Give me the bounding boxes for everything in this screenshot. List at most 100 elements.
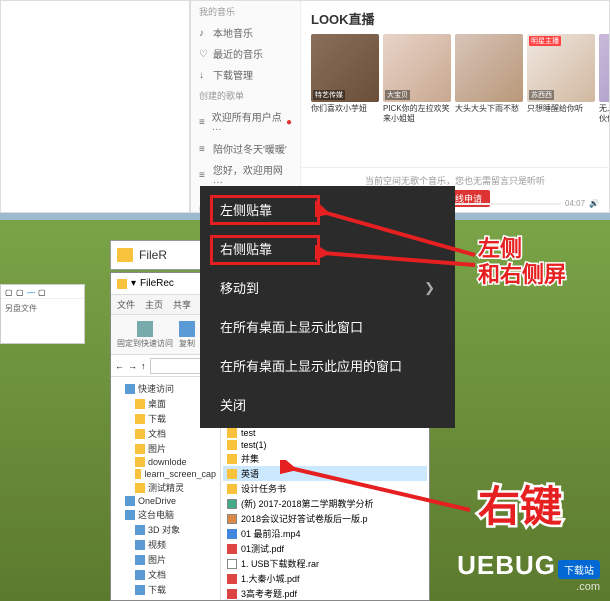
annotation-text: 左侧 和右侧屏 — [478, 236, 566, 288]
file-row[interactable]: test — [223, 427, 427, 439]
pin-icon — [137, 321, 153, 337]
file-row[interactable]: (新) 2017-2018第二学期教学分析 — [223, 496, 427, 511]
icon: ▢ — [5, 288, 13, 296]
copy-button[interactable]: 复制 — [179, 321, 195, 349]
pic-icon — [135, 555, 145, 565]
ctx-snap-right[interactable]: 右侧贴靠 — [200, 229, 455, 268]
live-card[interactable]: 无人值班匿名的小伙伴— — [599, 34, 609, 124]
annotation-text: 右键 — [478, 494, 562, 520]
pdf-icon — [227, 544, 237, 554]
music-icon: ♪ — [199, 28, 209, 38]
small-win-titlebar: ▢ ▢ — ▢ — [1, 285, 84, 299]
rar-icon — [227, 559, 237, 569]
pc-icon — [125, 510, 135, 520]
ctx-snap-left[interactable]: 左侧贴靠 — [200, 190, 455, 229]
tree-item[interactable]: 视频 — [113, 537, 218, 552]
small-win-body: 另盘文件 — [1, 299, 84, 318]
tree-item[interactable]: 音乐 — [113, 597, 218, 600]
pin-button[interactable]: 固定到快速访问 — [117, 321, 173, 349]
forward-icon[interactable]: → — [128, 361, 137, 371]
file-row-selected[interactable]: 英语 — [223, 466, 427, 481]
tree-item[interactable]: 文档 — [113, 567, 218, 582]
file-row[interactable]: 01测试.pdf — [223, 541, 427, 556]
tree-item[interactable]: 3D 对象 — [113, 522, 218, 537]
folder-icon — [135, 457, 145, 467]
folder-icon — [227, 428, 237, 438]
sidebar-item[interactable]: ↓下载管理 — [191, 64, 300, 85]
pdf-icon — [227, 589, 237, 599]
folder-icon — [227, 454, 237, 464]
live-card[interactable]: 大宝贝PICK你的左拉欢笑来小姐姐 — [383, 34, 451, 124]
watermark-text: UEBUG — [457, 550, 556, 581]
file-row[interactable]: 并集 — [223, 451, 427, 466]
chevron-right-icon: ❯ — [424, 280, 435, 296]
music-sidebar: 我的音乐 ♪本地音乐 ♡最近的音乐 ↓下载管理 创建的歌单 ≡欢迎所有用户点··… — [191, 1, 301, 212]
file-row[interactable]: 01 最前沿.mp4 — [223, 526, 427, 541]
ctx-show-app-all-desktops[interactable]: 在所有桌面上显示此应用的窗口 — [200, 346, 455, 385]
cloud-icon — [125, 496, 135, 506]
video-icon — [227, 529, 237, 539]
ctx-move-to[interactable]: 移动到❯ — [200, 268, 455, 307]
tree-item[interactable]: 下载 — [113, 582, 218, 597]
icon: ▢ — [38, 288, 46, 296]
tree-item[interactable]: 图片 — [113, 552, 218, 567]
watermark-com: .com — [576, 581, 600, 593]
folder-icon — [135, 483, 145, 493]
tree-item[interactable]: 测试精灵 — [113, 480, 218, 495]
file-row[interactable]: 1.大秦小城.pdf — [223, 571, 427, 586]
tab-file[interactable]: 文件 — [117, 298, 135, 311]
ctx-close[interactable]: 关闭 — [200, 385, 455, 424]
back-icon[interactable]: ← — [115, 361, 124, 371]
live-cards: 特艺传媒你们喜欢小芋妞 大宝贝PICK你的左拉欢笑来小姐姐 大头大头下雨不愁 明… — [311, 34, 599, 124]
tree-item[interactable]: 文档 — [113, 426, 218, 441]
file-row[interactable]: 1. USB下载数程.rar — [223, 556, 427, 571]
sidebar-item[interactable]: ♡最近的音乐 — [191, 43, 300, 64]
icon: — — [27, 288, 35, 296]
heart-icon: ♡ — [199, 49, 209, 59]
tree-item[interactable]: 图片 — [113, 441, 218, 456]
excel-icon — [227, 499, 237, 509]
sidebar-item[interactable]: ≡陪你过冬天'暖暖' — [191, 138, 300, 159]
sidebar-item[interactable]: ≡欢迎所有用户点···● — [191, 106, 300, 138]
live-card[interactable]: 明星主播苏西西只想睡醒给你听 — [527, 34, 595, 124]
music-icon — [135, 600, 145, 601]
tab-home[interactable]: 主页 — [145, 298, 163, 311]
sidebar-section-label: 创建的歌单 — [191, 85, 300, 106]
ctx-show-all-desktops[interactable]: 在所有桌面上显示此窗口 — [200, 307, 455, 346]
folder-icon — [227, 440, 237, 450]
tree-thispc[interactable]: 这台电脑 — [113, 507, 218, 522]
list-icon: ≡ — [199, 170, 209, 180]
volume-icon[interactable]: 🔊 — [589, 199, 599, 208]
folder-icon — [135, 469, 141, 479]
sidebar-item[interactable]: ♪本地音乐 — [191, 22, 300, 43]
tree-item[interactable]: learn_screen_cap — [113, 468, 218, 480]
watermark: UEBUG 下载站 .com — [457, 550, 600, 593]
live-card[interactable]: 大头大头下雨不愁 — [455, 34, 523, 124]
sidebar-section-label: 我的音乐 — [191, 1, 300, 22]
small-window: ▢ ▢ — ▢ 另盘文件 — [0, 284, 85, 344]
file-row[interactable]: test(1) — [223, 439, 427, 451]
file-row[interactable]: 设计任务书 — [223, 481, 427, 496]
file-row[interactable]: 3高考考题.pdf — [223, 586, 427, 600]
folder-icon — [135, 444, 145, 454]
context-menu: 左侧贴靠 右侧贴靠 移动到❯ 在所有桌面上显示此窗口 在所有桌面上显示此应用的窗… — [200, 186, 455, 428]
video-icon — [135, 540, 145, 550]
copy-icon — [179, 321, 195, 337]
folder-icon — [117, 248, 133, 262]
tab-share[interactable]: 共享 — [173, 298, 191, 311]
up-icon[interactable]: ↑ — [141, 361, 146, 371]
music-main: LOOK直播 特艺传媒你们喜欢小芋妞 大宝贝PICK你的左拉欢笑来小姐姐 大头大… — [301, 1, 609, 212]
music-app-window: 我的音乐 ♪本地音乐 ♡最近的音乐 ↓下载管理 创建的歌单 ≡欢迎所有用户点··… — [190, 0, 610, 213]
list-icon: ≡ — [199, 144, 209, 154]
file-row[interactable]: 2018会议记好答试卷版后一版.p — [223, 511, 427, 526]
download-icon — [135, 585, 145, 595]
watermark-badge: 下载站 — [558, 560, 600, 579]
tree-onedrive[interactable]: OneDrive — [113, 495, 218, 507]
live-card[interactable]: 特艺传媒你们喜欢小芋妞 — [311, 34, 379, 124]
dot-icon: ● — [286, 117, 292, 128]
caret-icon: ▾ — [131, 278, 136, 289]
tree-item[interactable]: downlode — [113, 456, 218, 468]
download-icon: ↓ — [199, 70, 209, 80]
filerecovery-window-stub: FileR — [110, 240, 210, 270]
blank-window — [0, 0, 190, 213]
